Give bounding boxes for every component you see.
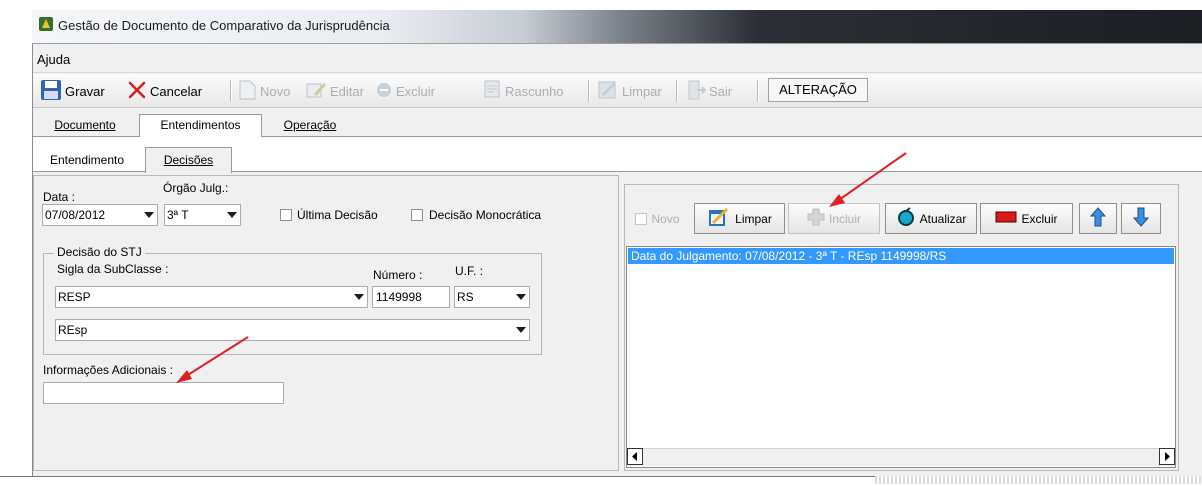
novo-button[interactable]: Novo — [237, 78, 290, 104]
window-title: Gestão de Documento de Comparativo da Ju… — [58, 18, 390, 33]
horizontal-scrollbar[interactable] — [627, 448, 1175, 466]
checkbox-icon — [635, 212, 648, 225]
editar-button[interactable]: Editar — [305, 78, 364, 104]
tab-operacao-label: Operação — [283, 118, 337, 132]
uf-label: U.F. : — [455, 264, 484, 278]
cancelar-button[interactable]: Cancelar — [127, 78, 202, 104]
toolbar-separator — [676, 80, 678, 102]
limpar-toolbar-button[interactable]: Limpar — [597, 78, 662, 104]
incluir-label: Incluir — [828, 211, 861, 226]
new-document-icon — [237, 79, 257, 104]
info-adicionais-label: Informações Adicionais : — [43, 363, 174, 377]
chevron-down-icon — [354, 294, 364, 300]
mode-indicator: ALTERAÇÃO — [768, 78, 868, 102]
info-adicionais-field[interactable] — [43, 382, 284, 404]
limpar-label: Limpar — [735, 211, 772, 226]
toolbar-separator — [588, 80, 590, 102]
decisao-monocratica-label: Decisão Monocrática — [429, 208, 542, 222]
orgao-select[interactable]: 3ª T — [164, 204, 241, 226]
exit-icon — [686, 79, 707, 104]
gravar-button[interactable]: Gravar — [40, 78, 105, 104]
arrow-up-icon — [1089, 207, 1107, 230]
arrow-down-icon — [1132, 207, 1150, 230]
toolbar-separator — [230, 80, 232, 102]
clear-icon — [707, 206, 731, 231]
decisao-stj-group-title: Decisão do STJ — [54, 245, 145, 259]
gravar-label: Gravar — [65, 83, 105, 99]
tab-decisoes[interactable]: Decisões — [145, 147, 232, 173]
numero-field[interactable]: 1149998 — [372, 286, 450, 308]
rascunho-button[interactable]: Rascunho — [482, 78, 564, 104]
excluir-button[interactable]: Excluir — [980, 203, 1073, 234]
atualizar-label: Atualizar — [919, 211, 967, 226]
move-down-button[interactable] — [1121, 203, 1161, 234]
scroll-right-button[interactable] — [1159, 448, 1175, 465]
menu-bar — [33, 44, 1202, 73]
chevron-down-icon — [516, 294, 526, 300]
tab-decisoes-label: Decisões — [163, 153, 214, 167]
sigla-select[interactable]: RESP — [55, 286, 368, 308]
chevron-down-icon — [227, 212, 237, 218]
limpar-label: Limpar — [622, 83, 662, 99]
sair-label: Sair — [709, 83, 733, 99]
novo-label: Novo — [260, 83, 291, 99]
status-strip — [875, 476, 1202, 484]
data-select-value: 07/08/2012 — [45, 208, 106, 222]
orgao-label: Órgão Julg.: — [163, 181, 229, 195]
novo-checkbox-button[interactable]: Novo — [626, 203, 689, 234]
move-up-button[interactable] — [1079, 203, 1117, 234]
classe-select[interactable]: REsp — [55, 319, 530, 341]
novo-checkbox-label: Novo — [651, 211, 680, 226]
orgao-select-value: 3ª T — [167, 208, 189, 222]
rascunho-label: Rascunho — [505, 83, 564, 99]
tab-entendimento-label: Entendimento — [49, 153, 125, 167]
menu-ajuda[interactable]: Ajuda — [37, 52, 70, 67]
scroll-left-button[interactable] — [627, 448, 643, 465]
sigla-select-value: RESP — [58, 290, 91, 304]
sigla-label: Sigla da SubClasse : — [57, 262, 169, 276]
editar-label: Editar — [330, 83, 364, 99]
chevron-down-icon — [516, 327, 526, 333]
classe-select-value: REsp — [58, 323, 88, 337]
draft-icon — [482, 79, 502, 104]
refresh-icon — [896, 207, 916, 230]
decisions-listbox[interactable] — [626, 246, 1176, 468]
chevron-left-icon — [632, 452, 637, 461]
tab-entendimentos[interactable]: Entendimentos — [139, 114, 262, 138]
plus-icon — [807, 208, 825, 229]
excluir-toolbar-button[interactable]: Excluir — [375, 78, 435, 104]
numero-label: Número : — [373, 268, 423, 282]
cancelar-label: Cancelar — [150, 83, 203, 99]
edit-icon — [305, 80, 327, 103]
app-icon — [38, 16, 54, 32]
list-item[interactable]: Data do Julgamento: 07/08/2012 - 3ª T - … — [628, 248, 1174, 264]
tab-entendimentos-label: Entendimentos — [160, 118, 241, 132]
toolbar-separator — [757, 80, 759, 102]
ultima-decisao-label: Última Decisão — [297, 208, 378, 222]
incluir-button[interactable]: Incluir — [788, 203, 880, 234]
save-icon — [40, 79, 62, 104]
ultima-decisao-checkbox[interactable] — [280, 209, 292, 221]
uf-select-value: RS — [457, 290, 474, 304]
uf-select[interactable]: RS — [454, 286, 530, 308]
sair-button[interactable]: Sair — [686, 78, 732, 104]
atualizar-button[interactable]: Atualizar — [885, 203, 977, 234]
limpar-button[interactable]: Limpar — [694, 203, 785, 234]
data-select[interactable]: 07/08/2012 — [42, 204, 158, 226]
excluir-label: Excluir — [396, 83, 436, 99]
tab-operacao[interactable]: Operação — [270, 118, 350, 132]
delete-icon — [375, 81, 393, 102]
clear-icon — [597, 79, 619, 104]
tab-documento[interactable]: Documento — [42, 118, 128, 132]
delete-bar-icon — [995, 211, 1017, 226]
cancel-x-icon — [127, 80, 147, 103]
excluir-label: Excluir — [1021, 211, 1058, 226]
chevron-right-icon — [1165, 452, 1170, 461]
chevron-down-icon — [144, 212, 154, 218]
tab-entendimento[interactable]: Entendimento — [38, 153, 136, 167]
data-label: Data : — [43, 190, 76, 204]
tab-documento-label: Documento — [54, 118, 116, 132]
decisao-monocratica-checkbox[interactable] — [411, 209, 423, 221]
